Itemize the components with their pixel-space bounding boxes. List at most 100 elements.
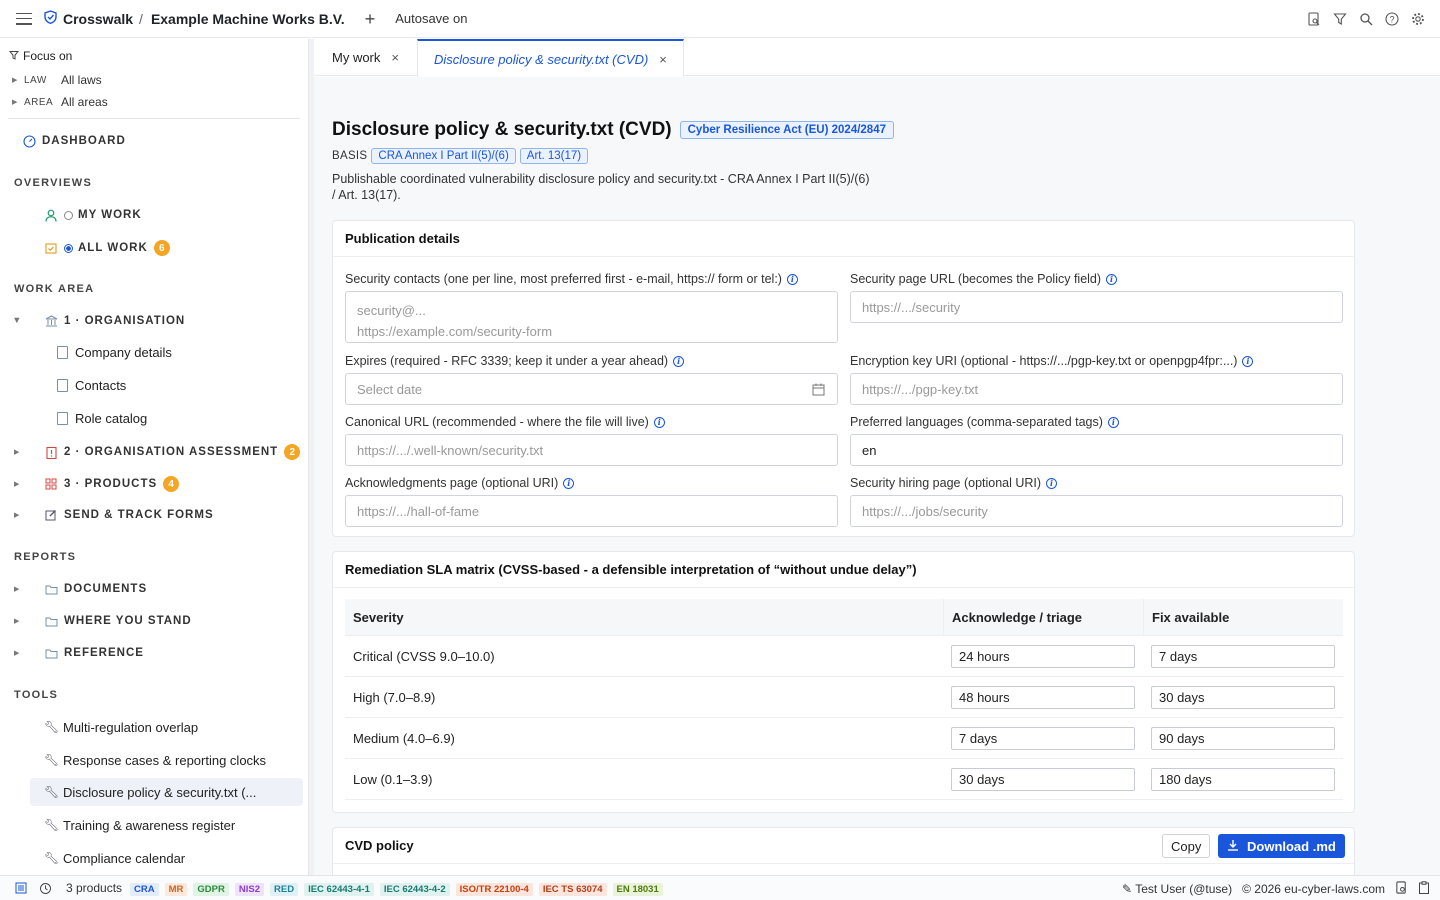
tool-compliance-calendar[interactable]: 🔧︎ Compliance calendar: [30, 844, 303, 872]
nav-contacts[interactable]: Contacts: [57, 378, 126, 393]
nav-send-track-forms[interactable]: ▶ SEND & TRACK FORMS: [14, 508, 214, 522]
nav-role-catalog[interactable]: Role catalog: [57, 411, 147, 426]
nav-organisation-assessment[interactable]: ▶ 2 · ORGANISATION ASSESSMENT 2: [14, 444, 301, 460]
doc-search-icon[interactable]: [1306, 11, 1322, 27]
calendar-icon[interactable]: [812, 383, 825, 399]
close-icon[interactable]: ×: [659, 52, 667, 67]
regulation-chip[interactable]: CRA: [130, 883, 159, 896]
close-icon[interactable]: ×: [391, 50, 399, 65]
tab-my-work[interactable]: My work ×: [314, 39, 417, 76]
regulation-chip[interactable]: NIS2: [234, 883, 264, 896]
encryption-key-input[interactable]: https://.../pgp-key.txt: [850, 373, 1343, 405]
tool-response-cases[interactable]: 🔧︎ Response cases & reporting clocks: [30, 746, 303, 774]
doc-search-icon[interactable]: [1395, 881, 1408, 897]
nav-documents[interactable]: ▶ DOCUMENTS: [14, 582, 147, 596]
hamburger-menu-icon[interactable]: [16, 12, 32, 25]
nav-where-you-stand[interactable]: ▶ WHERE YOU STAND: [14, 614, 192, 628]
tab-disclosure-policy[interactable]: Disclosure policy & security.txt (CVD) ×: [416, 39, 684, 77]
regulation-chip[interactable]: GDPR: [193, 883, 229, 896]
info-icon[interactable]: i: [673, 355, 685, 367]
ack-input[interactable]: 24 hours: [951, 644, 1135, 668]
history-icon[interactable]: [38, 881, 52, 895]
fix-input[interactable]: 7 days: [1151, 644, 1335, 668]
nav-organisation[interactable]: ▶ 1 · ORGANISATION: [13, 314, 185, 328]
law-filter[interactable]: ▶ LAW All laws: [12, 73, 102, 87]
regulation-chip[interactable]: RED: [270, 883, 299, 896]
regulation-chip[interactable]: IEC 62443-4-1: [304, 883, 374, 896]
copy-button[interactable]: Copy: [1162, 834, 1211, 858]
table-header-row: Severity Acknowledge / triage Fix availa…: [345, 599, 1343, 636]
area-filter[interactable]: ▶ AREA All areas: [12, 95, 108, 109]
company-name[interactable]: Example Machine Works B.V.: [151, 11, 345, 27]
info-icon[interactable]: i: [1046, 477, 1058, 489]
nav-reference[interactable]: ▶ REFERENCE: [14, 646, 144, 660]
brand[interactable]: Crosswalk /: [44, 10, 151, 27]
filter-icon[interactable]: [1332, 11, 1348, 27]
info-icon[interactable]: i: [1106, 273, 1118, 285]
label-text: Expires (required - RFC 3339; keep it un…: [345, 354, 669, 368]
nav-dashboard[interactable]: DASHBOARD: [22, 134, 126, 148]
security-page-url-input[interactable]: https://.../security: [850, 291, 1343, 323]
all-work-radio[interactable]: [64, 243, 73, 253]
info-icon[interactable]: i: [653, 416, 665, 428]
ack-input[interactable]: 48 hours: [951, 685, 1135, 709]
caret-right-icon[interactable]: ▶: [14, 480, 20, 488]
expires-date-input[interactable]: Select date: [345, 373, 838, 405]
caret-right-icon[interactable]: ▶: [14, 511, 20, 519]
preferred-languages-input[interactable]: en: [850, 434, 1343, 466]
regulation-chip[interactable]: EN 18031: [612, 883, 663, 896]
info-icon[interactable]: i: [1107, 416, 1119, 428]
caret-down-icon[interactable]: ▶: [13, 318, 21, 324]
ack-input[interactable]: 30 days: [951, 767, 1135, 791]
regulation-chip[interactable]: MR: [164, 883, 188, 896]
basis-tag[interactable]: Art. 13(17): [519, 148, 589, 164]
basis-row: BASIS CRA Annex I Part II(5)/(6) Art. 13…: [332, 148, 589, 164]
tool-disclosure-policy[interactable]: 🔧︎ Disclosure policy & security.txt (...: [30, 778, 303, 806]
caret-right-icon[interactable]: ▶: [14, 448, 20, 456]
field-label: Preferred languages (comma-separated tag…: [850, 415, 1119, 429]
add-tab-button[interactable]: +: [365, 10, 376, 28]
regulation-chip[interactable]: IEC 62443-4-2: [379, 883, 450, 896]
search-icon[interactable]: [1358, 11, 1374, 27]
security-contacts-textarea[interactable]: security@... https://example.com/securit…: [345, 291, 838, 343]
basis-tag[interactable]: CRA Annex I Part II(5)/(6): [371, 148, 516, 164]
edit-icon: [44, 508, 58, 522]
nav-my-work[interactable]: MY WORK: [44, 208, 142, 222]
info-icon[interactable]: i: [786, 273, 798, 285]
nav-all-work[interactable]: ALL WORK 6: [44, 240, 170, 256]
nav-products[interactable]: ▶ 3 · PRODUCTS 4: [14, 476, 180, 492]
tool-multi-regulation-overlap[interactable]: 🔧︎ Multi-regulation overlap: [30, 713, 303, 741]
dashboard-icon: [22, 134, 36, 148]
law-tag[interactable]: Cyber Resilience Act (EU) 2024/2847: [679, 121, 894, 139]
document-icon: [57, 346, 68, 359]
info-icon[interactable]: i: [1242, 355, 1254, 367]
caret-right-icon[interactable]: ▶: [14, 617, 20, 625]
tool-training-register[interactable]: 🔧︎ Training & awareness register: [30, 811, 303, 839]
nav-label: REFERENCE: [64, 647, 144, 659]
fix-input[interactable]: 90 days: [1151, 726, 1335, 750]
user-icon: [44, 208, 58, 222]
caret-right-icon[interactable]: ▶: [14, 649, 20, 657]
help-icon[interactable]: ?: [1384, 11, 1400, 27]
info-icon[interactable]: i: [563, 477, 575, 489]
list-icon[interactable]: [14, 881, 28, 895]
canonical-url-input[interactable]: https://.../.well-known/security.txt: [345, 434, 838, 466]
autosave-status[interactable]: Autosave on: [395, 11, 467, 26]
nav-company-details[interactable]: Company details: [57, 345, 172, 360]
products-count[interactable]: 3 products: [66, 881, 122, 895]
column-header: Fix available: [1143, 599, 1343, 635]
regulation-chip[interactable]: ISO/TR 22100-4: [455, 883, 533, 896]
caret-right-icon[interactable]: ▶: [14, 585, 20, 593]
count-badge: 6: [153, 240, 170, 256]
user-info[interactable]: ✎ Test User (@tuse): [1122, 882, 1232, 896]
clipboard-icon[interactable]: [1418, 881, 1430, 897]
my-work-radio[interactable]: [64, 210, 73, 220]
hiring-page-input[interactable]: https://.../jobs/security: [850, 495, 1343, 527]
fix-input[interactable]: 180 days: [1151, 767, 1335, 791]
gear-icon[interactable]: [1410, 11, 1426, 27]
download-md-button[interactable]: Download .md: [1218, 834, 1345, 858]
acknowledgments-input[interactable]: https://.../hall-of-fame: [345, 495, 838, 527]
regulation-chip[interactable]: IEC TS 63074: [538, 883, 607, 896]
ack-input[interactable]: 7 days: [951, 726, 1135, 750]
fix-input[interactable]: 30 days: [1151, 685, 1335, 709]
